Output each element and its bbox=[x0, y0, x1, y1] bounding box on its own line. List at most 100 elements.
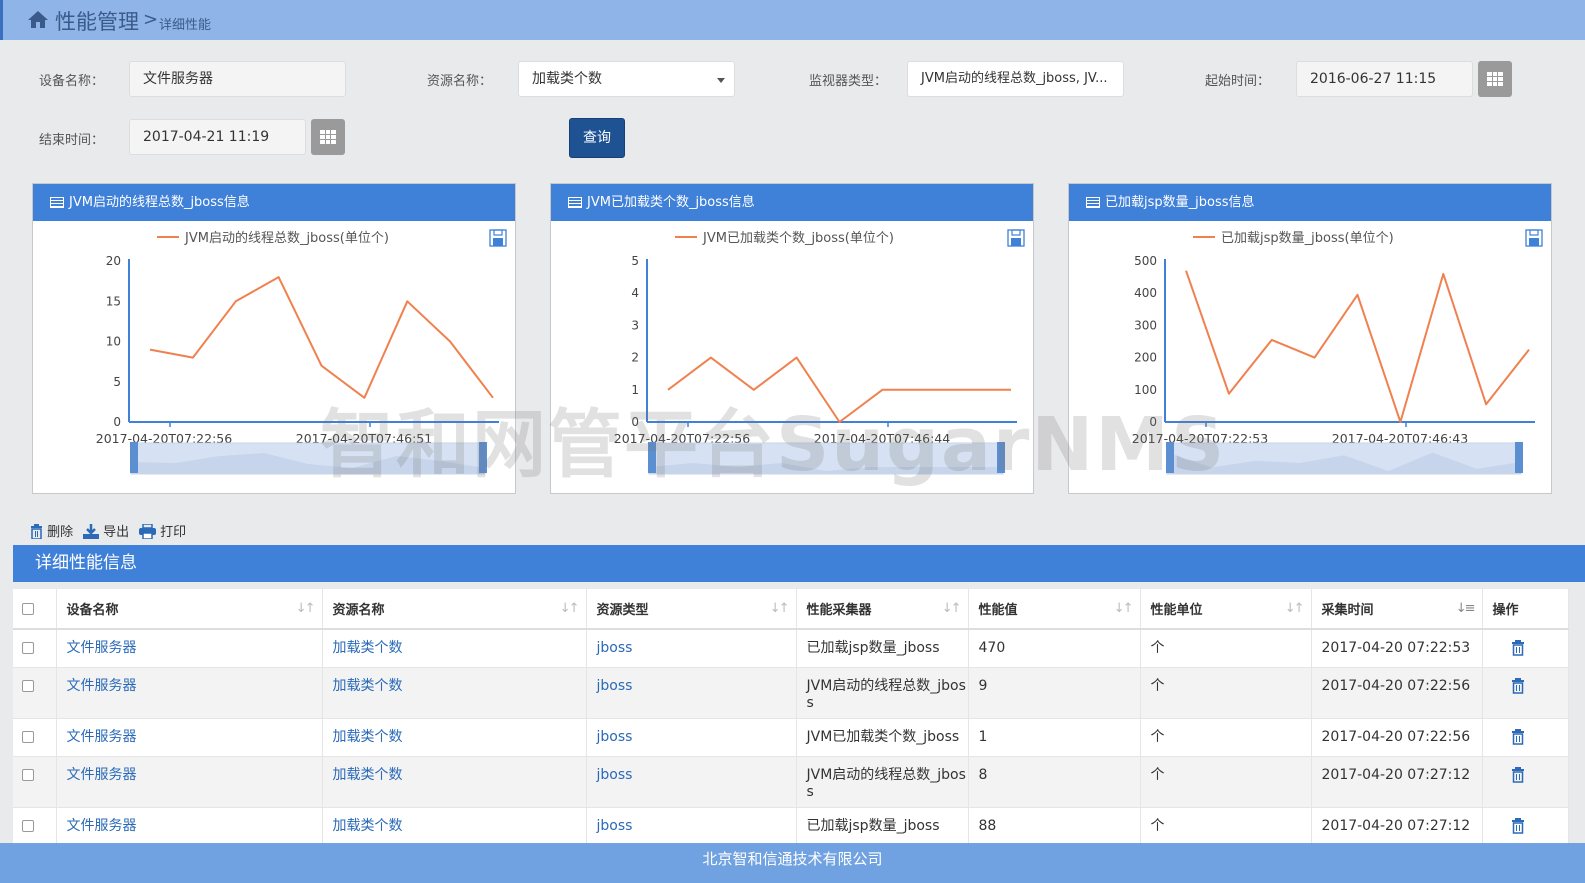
save-image-icon[interactable] bbox=[489, 229, 507, 247]
chart-jsp: 已加载jsp数量_jboss(单位个)01002003004005002017-… bbox=[1132, 229, 1543, 475]
row-checkbox[interactable] bbox=[13, 807, 57, 846]
resource-type-cell[interactable]: jboss bbox=[586, 807, 797, 846]
save-image-icon[interactable] bbox=[1525, 229, 1543, 247]
time-cell: 2017-04-20 07:22:56 bbox=[1311, 718, 1483, 757]
column-header[interactable]: 采集时间 ↓≡ bbox=[1311, 589, 1483, 630]
delete-label: 删除 bbox=[47, 525, 74, 540]
home-icon[interactable] bbox=[27, 9, 49, 29]
unit-cell: 个 bbox=[1140, 807, 1312, 846]
resource-type-cell[interactable]: jboss bbox=[586, 667, 797, 719]
resource-type-cell[interactable]: jboss bbox=[586, 718, 797, 757]
delete-row-icon[interactable] bbox=[1511, 678, 1525, 694]
device-name-cell[interactable]: 文件服务器 bbox=[56, 807, 323, 846]
chart-panel-header: 已加载jsp数量_jboss信息 bbox=[1069, 184, 1551, 221]
sort-desc-icon: ↓≡ bbox=[1455, 601, 1476, 616]
y-tick-label: 5 bbox=[631, 254, 639, 268]
list-icon bbox=[1086, 197, 1100, 208]
y-tick-label: 200 bbox=[1134, 351, 1157, 365]
y-tick-label: 500 bbox=[1134, 254, 1157, 268]
row-actions bbox=[1482, 807, 1569, 846]
time-cell: 2017-04-20 07:22:56 bbox=[1311, 667, 1483, 719]
delete-row-icon[interactable] bbox=[1511, 767, 1525, 783]
table-row: 文件服务器 加载类个数 jboss JVM已加载类个数_jboss 1 个 2017-04-… bbox=[13, 718, 1569, 757]
y-tick-label: 0 bbox=[113, 415, 121, 429]
monitor-type-input[interactable]: JVM启动的线程总数_jboss, JV... bbox=[907, 61, 1124, 97]
calendar-icon bbox=[320, 130, 336, 144]
end-time-label: 结束时间： bbox=[39, 133, 105, 148]
download-icon bbox=[83, 524, 99, 539]
value-cell: 88 bbox=[968, 807, 1141, 846]
row-checkbox[interactable] bbox=[13, 667, 57, 719]
resource-name-cell[interactable]: 加载类个数 bbox=[322, 807, 587, 846]
unit-cell: 个 bbox=[1140, 718, 1312, 757]
data-zoom-slider[interactable] bbox=[130, 442, 487, 475]
monitor-type-label: 监视器类型： bbox=[809, 74, 888, 89]
query-button[interactable]: 查询 bbox=[569, 118, 625, 158]
end-calendar-button[interactable] bbox=[311, 119, 345, 155]
collector-cell: 已加载jsp数量_jboss bbox=[796, 629, 969, 668]
resource-name-cell[interactable]: 加载类个数 bbox=[322, 629, 587, 668]
resource-name-cell[interactable]: 加载类个数 bbox=[322, 756, 587, 808]
series-line bbox=[149, 276, 494, 399]
print-label: 打印 bbox=[160, 525, 187, 540]
delete-row-icon[interactable] bbox=[1511, 640, 1525, 656]
slider-handle-left bbox=[130, 442, 138, 473]
start-calendar-button[interactable] bbox=[1478, 61, 1512, 97]
row-actions bbox=[1482, 756, 1569, 808]
save-image-icon[interactable] bbox=[1007, 229, 1025, 247]
legend-label: JVM已加载类个数_jboss(单位个) bbox=[702, 231, 894, 246]
column-header[interactable]: 性能采集器 ↓↑ bbox=[796, 589, 969, 630]
column-header[interactable]: 性能值 ↓↑ bbox=[968, 589, 1141, 630]
end-time-input[interactable]: 2017-04-21 11:19 bbox=[129, 119, 306, 155]
data-zoom-slider[interactable] bbox=[1166, 442, 1523, 475]
device-name-cell[interactable]: 文件服务器 bbox=[56, 756, 323, 808]
row-actions bbox=[1482, 667, 1569, 719]
slider-handle-right bbox=[1515, 442, 1523, 473]
device-name-cell[interactable]: 文件服务器 bbox=[56, 667, 323, 719]
resource-name-cell[interactable]: 加载类个数 bbox=[322, 718, 587, 757]
row-checkbox[interactable] bbox=[13, 756, 57, 808]
resource-name-select[interactable]: 加载类个数 bbox=[518, 61, 735, 97]
row-checkbox[interactable] bbox=[13, 629, 57, 668]
delete-row-icon[interactable] bbox=[1511, 818, 1525, 834]
y-tick-label: 0 bbox=[631, 415, 639, 429]
breadcrumb-current: 详细性能 bbox=[159, 18, 212, 33]
delete-button[interactable]: 删除 bbox=[30, 524, 73, 542]
footer: 北京智和信通技术有限公司 bbox=[0, 843, 1585, 883]
resource-name-cell[interactable]: 加载类个数 bbox=[322, 667, 587, 719]
device-name-cell[interactable]: 文件服务器 bbox=[56, 629, 323, 668]
column-header[interactable]: 资源名称 ↓↑ bbox=[322, 589, 587, 630]
column-header[interactable]: 资源类型 ↓↑ bbox=[586, 589, 797, 630]
export-button[interactable]: 导出 bbox=[83, 524, 129, 542]
print-button[interactable]: 打印 bbox=[139, 523, 187, 542]
resource-type-cell[interactable]: jboss bbox=[586, 629, 797, 668]
select-all-checkbox[interactable] bbox=[13, 589, 57, 630]
unit-cell: 个 bbox=[1140, 629, 1312, 668]
column-header[interactable]: 性能单位 ↓↑ bbox=[1140, 589, 1312, 630]
chart-panel-header: JVM启动的线程总数_jboss信息 bbox=[33, 184, 515, 221]
table-header-row: 设备名称 ↓↑ 资源名称 ↓↑ 资源类型 ↓↑ 性能采集器 ↓↑ 性能值 ↓↑ 性能单位 ↓… bbox=[13, 589, 1569, 630]
unit-cell: 个 bbox=[1140, 667, 1312, 719]
chart-classes: JVM已加载类个数_jboss(单位个)0123452017-04-20T07:… bbox=[614, 229, 1025, 475]
delete-row-icon[interactable] bbox=[1511, 729, 1525, 745]
chart-title: JVM已加载类个数_jboss信息 bbox=[587, 195, 755, 210]
resource-name-label: 资源名称： bbox=[427, 74, 493, 89]
y-tick-label: 4 bbox=[631, 286, 639, 300]
column-header[interactable]: 设备名称 ↓↑ bbox=[56, 589, 323, 630]
sort-icon: ↓↑ bbox=[295, 601, 316, 616]
chart-panel-threads: JVM启动的线程总数_jboss信息 JVM启动的线程总数_jboss(单位个)… bbox=[32, 183, 516, 494]
row-actions bbox=[1482, 629, 1569, 668]
slider-handle-right bbox=[479, 442, 487, 473]
y-tick-label: 15 bbox=[106, 294, 121, 308]
value-cell: 1 bbox=[968, 718, 1141, 757]
device-name-input[interactable]: 文件服务器 bbox=[129, 61, 346, 97]
breadcrumb-main[interactable]: 性能管理 bbox=[55, 6, 139, 36]
row-checkbox[interactable] bbox=[13, 718, 57, 757]
table-row: 文件服务器 加载类个数 jboss 已加载jsp数量_jboss 470 个 2017-04… bbox=[13, 629, 1569, 668]
sort-icon: ↓↑ bbox=[1284, 601, 1305, 616]
device-name-cell[interactable]: 文件服务器 bbox=[56, 718, 323, 757]
data-zoom-slider[interactable] bbox=[648, 442, 1005, 475]
start-time-input[interactable]: 2016-06-27 11:15 bbox=[1296, 61, 1473, 97]
y-tick-label: 0 bbox=[1149, 415, 1157, 429]
resource-type-cell[interactable]: jboss bbox=[586, 756, 797, 808]
